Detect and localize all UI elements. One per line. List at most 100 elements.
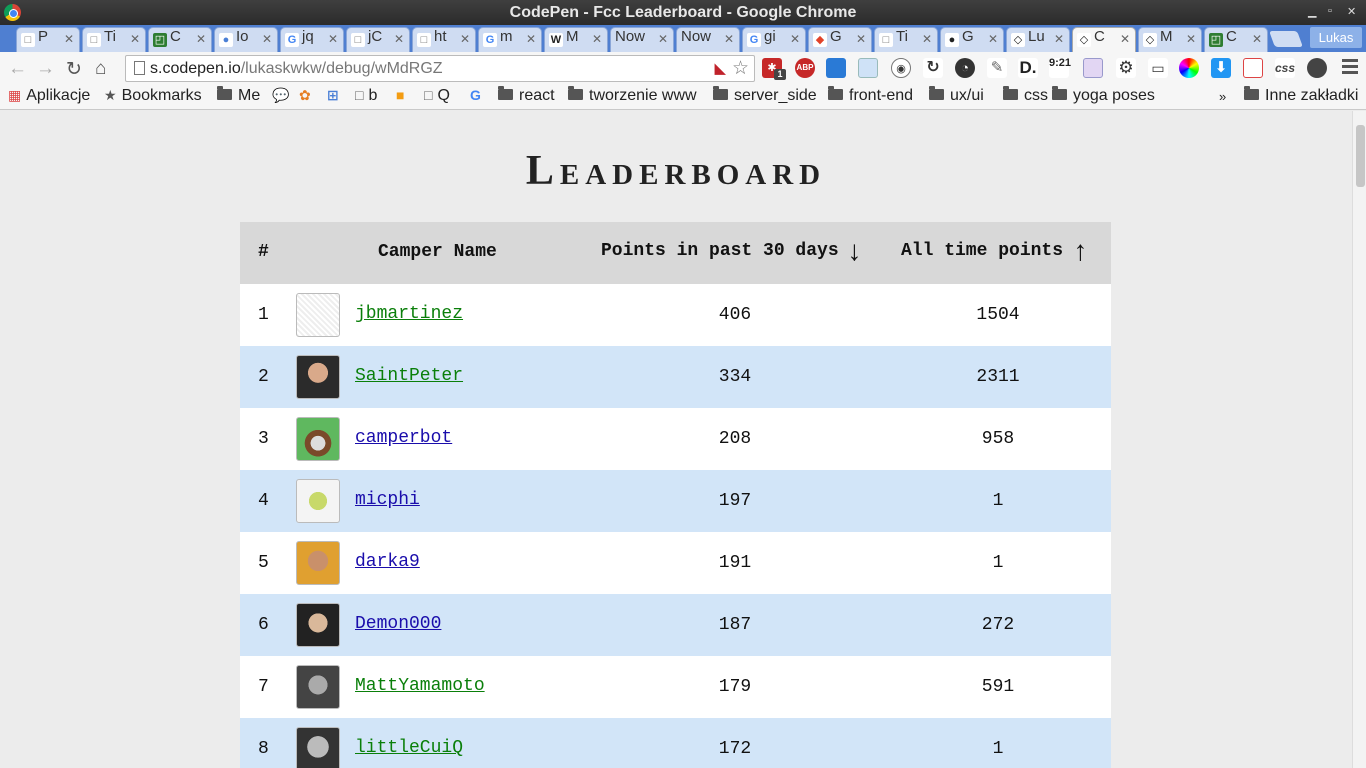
close-tab-icon[interactable]: ✕ — [130, 32, 140, 46]
close-tab-icon[interactable]: ✕ — [1054, 32, 1064, 46]
sort-up-arrow-icon[interactable]: ↑ — [1072, 238, 1089, 269]
bookmarks-overflow-button[interactable]: » — [1219, 89, 1226, 104]
scrollbar-thumb[interactable] — [1356, 125, 1365, 187]
close-tab-icon[interactable]: ✕ — [1252, 32, 1262, 46]
maximize-icon[interactable]: ▫ — [1328, 5, 1332, 17]
tab-7[interactable]: Gm ✕ — [478, 27, 542, 52]
bookmark-star-icon[interactable]: ☆ — [732, 57, 749, 80]
bookmark-16[interactable]: yoga poses — [1052, 86, 1155, 105]
download-extension-icon[interactable]: ⬇ — [1211, 58, 1231, 78]
close-tab-icon[interactable]: ✕ — [922, 32, 932, 46]
close-tab-icon[interactable]: ✕ — [724, 32, 734, 46]
color-picker-icon[interactable] — [1179, 58, 1199, 78]
bus-extension-icon[interactable]: ▭ — [1148, 58, 1168, 78]
address-bar[interactable]: s.codepen.io/lukaskwkw/debug/wMdRGZ ◣ ☆ — [125, 55, 755, 82]
chrome-menu-button[interactable] — [1342, 59, 1358, 77]
reload-icon[interactable]: ↻ — [66, 58, 82, 81]
back-arrow-icon[interactable]: ← — [8, 58, 27, 80]
bookmark-6[interactable]: □ b — [355, 87, 377, 105]
gear-icon[interactable]: ⚙ — [1116, 58, 1136, 78]
d-extension-icon[interactable]: D. — [1018, 58, 1038, 78]
tab-15[interactable]: ◇ Lu ✕ — [1006, 27, 1070, 52]
close-tab-icon[interactable]: ✕ — [460, 32, 470, 46]
bookmark-5[interactable]: ⊞ — [327, 87, 344, 105]
camper-name-link[interactable]: MattYamamoto — [355, 676, 485, 696]
bookmark-12[interactable]: server_side — [713, 86, 817, 105]
camper-name-link[interactable]: micphi — [355, 490, 420, 510]
camper-name-link[interactable]: Demon000 — [355, 614, 441, 634]
close-tab-icon[interactable]: ✕ — [196, 32, 206, 46]
forward-arrow-icon[interactable]: → — [36, 58, 55, 80]
other-bookmarks-folder[interactable]: Inne zakładki — [1244, 86, 1358, 105]
tab-14[interactable]: ● G ✕ — [940, 27, 1004, 52]
css-extension-icon[interactable]: css — [1275, 58, 1295, 78]
close-tab-icon[interactable]: ✕ — [64, 32, 74, 46]
bookmark-10[interactable]: react — [498, 86, 555, 105]
page-scrollbar[interactable] — [1352, 111, 1366, 768]
tab-extension-icon[interactable] — [858, 58, 878, 78]
bookmark-15[interactable]: css — [1003, 86, 1048, 105]
clock-extension-icon[interactable]: ◔ — [955, 58, 975, 78]
tab-13[interactable]: □ Ti ✕ — [874, 27, 938, 52]
camper-name-link[interactable]: darka9 — [355, 552, 420, 572]
bookmark-3[interactable]: 💬 — [272, 87, 294, 105]
tab-16[interactable]: ◇ C ✕ — [1072, 27, 1136, 52]
bookmark-2[interactable]: Me — [217, 86, 260, 105]
close-tab-icon[interactable]: ✕ — [790, 32, 800, 46]
tab-12[interactable]: ◆ G ✕ — [808, 27, 872, 52]
user-profile-button[interactable]: Lukas — [1310, 27, 1362, 48]
close-tab-icon[interactable]: ✕ — [1186, 32, 1196, 46]
tab-17[interactable]: ◇ M ✕ — [1138, 27, 1202, 52]
bookmark-14[interactable]: ux/ui — [929, 86, 984, 105]
camper-name-link[interactable]: SaintPeter — [355, 366, 463, 386]
bookmark-8[interactable]: □ Q — [424, 87, 450, 105]
alltime-points-header[interactable]: All time points — [901, 241, 1063, 261]
rails-extension-icon[interactable]: ◣ — [714, 59, 726, 77]
calendar-extension-icon[interactable] — [1243, 58, 1263, 78]
close-tab-icon[interactable]: ✕ — [856, 32, 866, 46]
close-tab-icon[interactable]: ✕ — [262, 32, 272, 46]
tab-8[interactable]: W M ✕ — [544, 27, 608, 52]
close-tab-icon[interactable]: ✕ — [1120, 32, 1130, 46]
address-url[interactable]: s.codepen.io/lukaskwkw/debug/wMdRGZ — [150, 60, 443, 78]
bookmark-1[interactable]: ★ Bookmarks — [104, 87, 202, 105]
tab-0[interactable]: □ P ✕ — [16, 27, 80, 52]
tab-18[interactable]: ◰ C ✕ — [1204, 27, 1268, 52]
close-tab-icon[interactable]: ✕ — [592, 32, 602, 46]
close-tab-icon[interactable]: ✕ — [526, 32, 536, 46]
tab-11[interactable]: Ggi ✕ — [742, 27, 806, 52]
tab-5[interactable]: □ jC ✕ — [346, 27, 410, 52]
sort-down-arrow-icon[interactable]: ↓ — [846, 238, 863, 269]
recent-points-header[interactable]: Points in past 30 days — [601, 241, 839, 261]
camper-name-link[interactable]: littleCuiQ — [355, 738, 463, 758]
tab-2[interactable]: ◰ C ✕ — [148, 27, 212, 52]
tab-1[interactable]: □ Ti ✕ — [82, 27, 146, 52]
window-extension-icon[interactable] — [826, 58, 846, 78]
pen-extension-icon[interactable]: ✎ — [987, 58, 1007, 78]
bookmark-9[interactable]: G — [470, 87, 486, 105]
close-tab-icon[interactable]: ✕ — [988, 32, 998, 46]
close-tab-icon[interactable]: ✕ — [394, 32, 404, 46]
home-icon[interactable]: ⌂ — [95, 58, 106, 80]
bookmark-11[interactable]: tworzenie www — [568, 86, 697, 105]
bookmark-13[interactable]: front-end — [828, 86, 913, 105]
tab-6[interactable]: □ ht ✕ — [412, 27, 476, 52]
close-tab-icon[interactable]: ✕ — [328, 32, 338, 46]
bookmark-7[interactable]: ■ — [396, 87, 409, 105]
close-window-icon[interactable]: ✕ — [1347, 5, 1356, 18]
feather-extension-icon[interactable] — [1307, 58, 1327, 78]
palette-extension-icon[interactable] — [1083, 58, 1103, 78]
camper-name-link[interactable]: jbmartinez — [355, 304, 463, 324]
tab-4[interactable]: Gjq ✕ — [280, 27, 344, 52]
tab-10[interactable]: Now ✕ — [676, 27, 740, 52]
bookmark-4[interactable]: ✿ — [299, 87, 316, 105]
minimize-icon[interactable]: ▁ — [1308, 5, 1316, 18]
new-tab-button[interactable] — [1269, 31, 1303, 47]
tab-3[interactable]: ● Io ✕ — [214, 27, 278, 52]
close-tab-icon[interactable]: ✕ — [658, 32, 668, 46]
eye-extension-icon[interactable]: ◉ — [891, 58, 911, 78]
sync-extension-icon[interactable]: ↻ — [923, 58, 943, 78]
camper-name-link[interactable]: camperbot — [355, 428, 452, 448]
clock-text-extension[interactable]: 9:21 — [1049, 58, 1071, 78]
adblock-icon[interactable]: ABP — [795, 58, 815, 78]
